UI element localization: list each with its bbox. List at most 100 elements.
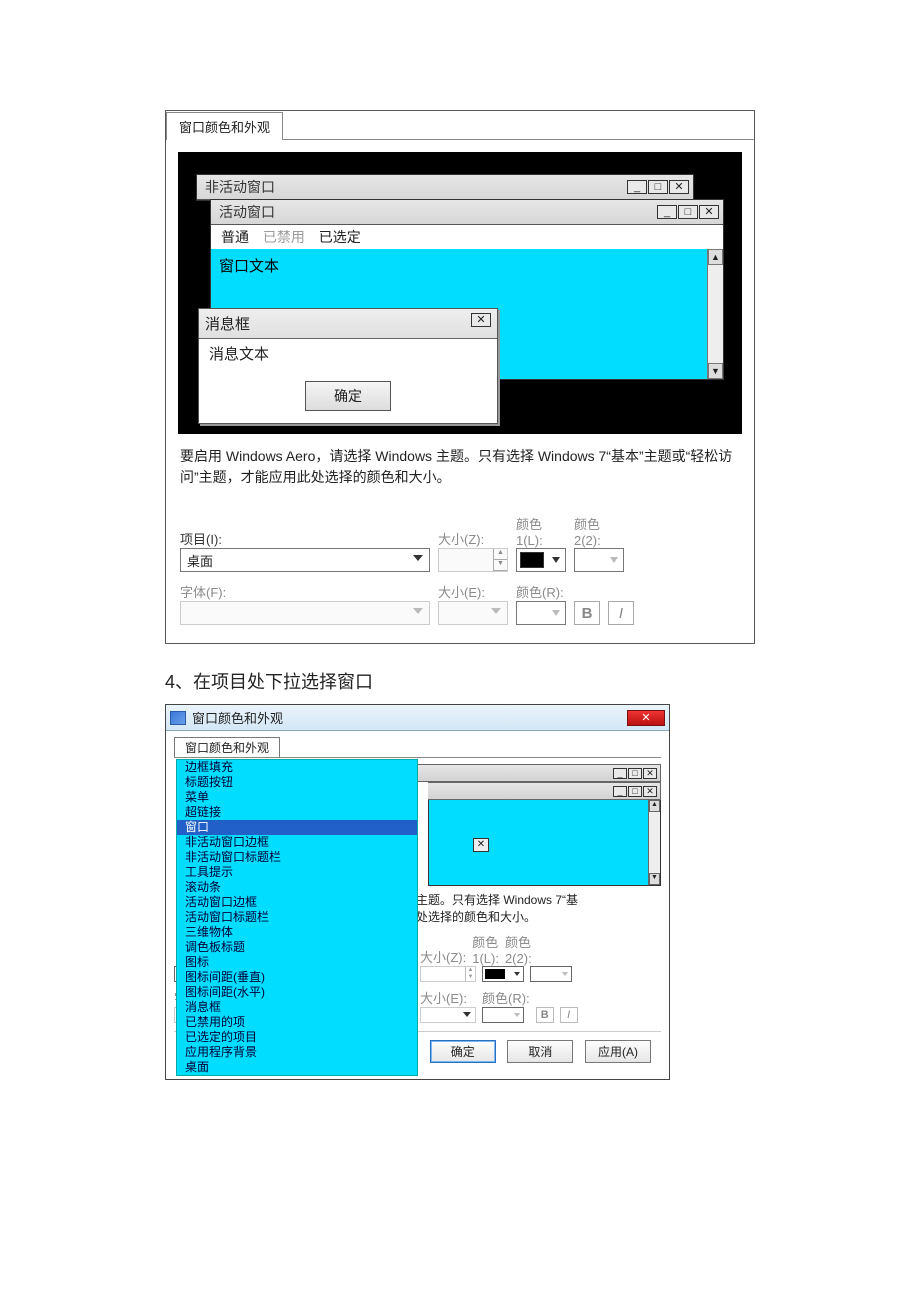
menu-item-selected[interactable]: 已选定 <box>319 229 361 245</box>
bold-toggle: B <box>574 601 600 625</box>
dropdown-item[interactable]: 边框填充 <box>177 760 417 775</box>
scroll-up-icon[interactable]: ▲ <box>708 249 723 265</box>
dropdown-item[interactable]: 标题按钮 <box>177 775 417 790</box>
step-caption: 4、在项目处下拉选择窗口 <box>165 668 755 694</box>
size-z-label: 大小(Z): <box>438 529 508 548</box>
close-icon[interactable]: ✕ <box>699 205 719 219</box>
maximize-icon[interactable]: □ <box>628 768 642 779</box>
dropdown-item[interactable]: 非活动窗口标题栏 <box>177 850 417 865</box>
color-r-label: 颜色(R): <box>482 988 530 1007</box>
color-r-label: 颜色(R): <box>516 582 566 601</box>
tab-window-color[interactable]: 窗口颜色和外观 <box>166 112 283 140</box>
dialog-title: 窗口颜色和外观 <box>192 708 627 727</box>
size-e-label: 大小(E): <box>438 582 508 601</box>
scroll-down-icon[interactable]: ▼ <box>708 363 723 379</box>
dropdown-item[interactable]: 工具提示 <box>177 865 417 880</box>
dropdown-item[interactable]: 窗口 <box>177 820 417 835</box>
window-text: 窗口文本 <box>219 255 715 276</box>
chevron-down-icon <box>413 555 423 561</box>
dropdown-item[interactable]: 图标 <box>177 955 417 970</box>
inactive-window: 非活动窗口 _ □ ✕ <box>196 174 694 201</box>
close-icon[interactable]: ✕ <box>473 838 489 852</box>
italic-toggle: I <box>560 1007 578 1023</box>
font-label: 字体(F): <box>180 582 430 601</box>
item-label: 项目(I): <box>180 529 430 548</box>
size-e-select <box>438 601 508 625</box>
window-color-appearance-dialog-1: 窗口颜色和外观 非活动窗口 _ □ ✕ 活动窗口 _ □ ✕ <box>165 110 755 644</box>
close-icon[interactable]: ✕ <box>669 180 689 194</box>
preview-panel: 非活动窗口 _ □ ✕ 活动窗口 _ □ ✕ 普通 已禁用 已选定 <box>178 152 742 434</box>
close-icon[interactable]: ✕ <box>471 313 491 327</box>
preview-mini: _ □ ✕ _ □ ✕ ✕ ▲▼ 主题。只有选择 Windows 7“基 处选择… <box>416 758 661 926</box>
color2-swatch <box>574 548 624 572</box>
dropdown-item[interactable]: 消息框 <box>177 1000 417 1015</box>
color2-label: 颜色 2(2): <box>574 514 624 548</box>
cancel-button[interactable]: 取消 <box>507 1040 573 1063</box>
apply-button[interactable]: 应用(A) <box>585 1040 651 1063</box>
minimize-icon[interactable]: _ <box>657 205 677 219</box>
menu-row: 普通 已禁用 已选定 <box>211 225 723 249</box>
tab-bar: 窗口颜色和外观 <box>166 111 754 140</box>
app-icon <box>170 711 186 725</box>
size-e-select <box>420 1007 476 1023</box>
inactive-window-title: 非活动窗口 <box>205 177 626 197</box>
color2-label: 颜色 2(2): <box>505 932 532 966</box>
bold-toggle: B <box>536 1007 554 1023</box>
color2-swatch <box>530 966 572 982</box>
maximize-icon[interactable]: □ <box>678 205 698 219</box>
size-z-spinner: ▲▼ <box>420 966 476 982</box>
dropdown-item[interactable]: 已禁用的项 <box>177 1015 417 1030</box>
ok-button[interactable]: 确定 <box>305 381 391 411</box>
dialog-titlebar: 窗口颜色和外观 ✕ <box>166 705 669 731</box>
maximize-icon[interactable]: □ <box>628 786 642 797</box>
color1-swatch[interactable] <box>482 966 524 982</box>
color1-label: 颜色 1(L): <box>516 514 566 548</box>
dropdown-item[interactable]: 超链接 <box>177 805 417 820</box>
dropdown-item[interactable]: 活动窗口标题栏 <box>177 910 417 925</box>
ok-button[interactable]: 确定 <box>430 1040 496 1063</box>
item-dropdown-list[interactable]: 边框填充标题按钮菜单超链接窗口非活动窗口边框非活动窗口标题栏工具提示滚动条活动窗… <box>176 759 418 1076</box>
italic-toggle: I <box>608 601 634 625</box>
aero-note: 要启用 Windows Aero，请选择 Windows 主题。只有选择 Win… <box>180 446 740 488</box>
close-icon[interactable]: ✕ <box>627 710 665 726</box>
dropdown-item[interactable]: 图标间距(水平) <box>177 985 417 1000</box>
dropdown-item[interactable]: 桌面 <box>177 1060 417 1075</box>
maximize-icon[interactable]: □ <box>648 180 668 194</box>
scrollbar[interactable]: ▲▼ <box>648 800 660 885</box>
scrollbar[interactable]: ▲ ▼ <box>707 249 723 379</box>
color1-swatch[interactable] <box>516 548 566 572</box>
dropdown-item[interactable]: 图标间距(垂直) <box>177 970 417 985</box>
dropdown-item[interactable]: 活动窗口边框 <box>177 895 417 910</box>
color-r-swatch <box>516 601 566 625</box>
menu-item-normal[interactable]: 普通 <box>221 229 249 245</box>
dropdown-item[interactable]: 应用程序背景 <box>177 1045 417 1060</box>
minimize-icon[interactable]: _ <box>613 786 627 797</box>
item-select[interactable]: 桌面 <box>180 548 430 572</box>
close-icon[interactable]: ✕ <box>643 768 657 779</box>
minimize-icon[interactable]: _ <box>613 768 627 779</box>
size-e-label: 大小(E): <box>420 988 476 1007</box>
window-color-appearance-dialog-2: 窗口颜色和外观 ✕ 窗口颜色和外观 边框填充标题按钮菜单超链接窗口非活动窗口边框… <box>165 704 670 1080</box>
item-select-value: 桌面 <box>187 551 213 570</box>
note-fragment-1: 主题。只有选择 Windows 7“基 <box>416 893 578 907</box>
active-window-title: 活动窗口 <box>219 202 656 222</box>
controls-area: 项目(I): 桌面 大小(Z): ▲▼ 颜色 1(L): <box>166 498 754 643</box>
font-select <box>180 601 430 625</box>
dropdown-item[interactable]: 菜单 <box>177 790 417 805</box>
dropdown-item[interactable]: 三维物体 <box>177 925 417 940</box>
color-r-swatch <box>482 1007 524 1023</box>
message-box-text: 消息文本 <box>199 339 497 369</box>
dropdown-item[interactable]: 滚动条 <box>177 880 417 895</box>
size-z-label: 大小(Z): <box>420 947 466 966</box>
tab-window-color[interactable]: 窗口颜色和外观 <box>174 737 280 757</box>
color1-label: 颜色 1(L): <box>472 932 499 966</box>
size-z-spinner: ▲▼ <box>438 548 508 572</box>
dropdown-item[interactable]: 非活动窗口边框 <box>177 835 417 850</box>
message-box-title: 消息框 <box>205 313 470 334</box>
menu-item-disabled: 已禁用 <box>263 229 305 245</box>
dropdown-item[interactable]: 已选定的项目 <box>177 1030 417 1045</box>
dropdown-item[interactable]: 调色板标题 <box>177 940 417 955</box>
close-icon[interactable]: ✕ <box>643 786 657 797</box>
note-fragment-2: 处选择的颜色和大小。 <box>416 910 536 924</box>
minimize-icon[interactable]: _ <box>627 180 647 194</box>
